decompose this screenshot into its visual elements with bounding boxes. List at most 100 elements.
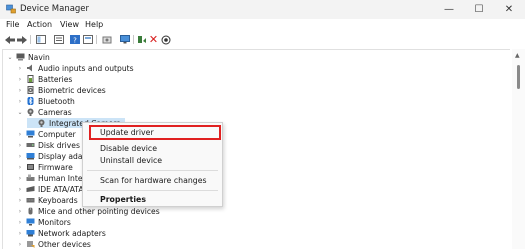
- context-menu: Update driver Disable device Uninstall d…: [82, 122, 223, 207]
- toolbar-separator: [30, 35, 31, 44]
- show-hide-tree-icon[interactable]: [35, 34, 46, 45]
- context-menu-disable-device[interactable]: Disable device: [100, 144, 157, 153]
- menu-separator: [87, 190, 218, 191]
- scan-icon[interactable]: [101, 34, 112, 45]
- tree-category-network[interactable]: › Network adapters: [16, 228, 106, 238]
- tree-item-label: Cameras: [38, 107, 72, 117]
- chevron-down-icon[interactable]: ⌄: [16, 109, 24, 116]
- tree-category-batteries[interactable]: › Batteries: [16, 74, 73, 84]
- menu-action[interactable]: Action: [27, 20, 52, 29]
- camera-icon: [27, 108, 34, 116]
- other-devices-icon: [27, 241, 35, 248]
- chevron-right-icon[interactable]: ›: [16, 142, 24, 149]
- chevron-right-icon[interactable]: ›: [16, 98, 24, 105]
- tree-category-firmware[interactable]: › Firmware: [16, 162, 73, 172]
- tree-item-label: IDE ATA/ATA: [38, 184, 84, 194]
- tree-category-bluetooth[interactable]: › Bluetooth: [16, 96, 75, 106]
- network-icon: [26, 230, 35, 237]
- menu-view[interactable]: View: [60, 20, 79, 29]
- firmware-icon: [27, 164, 34, 170]
- tree-category-keyboards[interactable]: › Keyboards: [16, 195, 78, 205]
- chevron-right-icon[interactable]: ›: [16, 65, 24, 72]
- tree-category-display-adapters[interactable]: › Display ada: [16, 151, 83, 161]
- tree-category-cameras[interactable]: ⌄ Cameras: [16, 107, 72, 117]
- chevron-right-icon[interactable]: ›: [16, 186, 24, 193]
- tree-item-label: Computer: [38, 129, 76, 139]
- context-menu-scan-hardware[interactable]: Scan for hardware changes: [100, 176, 207, 185]
- chevron-right-icon[interactable]: ›: [16, 164, 24, 171]
- tree-category-mice[interactable]: › Mice and other pointing devices: [16, 206, 160, 216]
- context-menu-properties[interactable]: Properties: [100, 195, 146, 204]
- tree-item-label: Human Inte: [38, 173, 83, 183]
- help-icon[interactable]: ?: [69, 34, 80, 45]
- mouse-icon: [28, 207, 33, 215]
- tree-category-audio[interactable]: › Audio inputs and outputs: [16, 63, 134, 73]
- chevron-right-icon[interactable]: ›: [16, 76, 24, 83]
- forward-arrow-icon[interactable]: [16, 34, 27, 45]
- chevron-right-icon[interactable]: ›: [16, 230, 24, 237]
- hid-icon: [26, 174, 35, 181]
- context-menu-uninstall-device[interactable]: Uninstall device: [100, 156, 162, 165]
- toolbar: ? ✕: [0, 32, 525, 47]
- context-menu-update-driver[interactable]: Update driver: [100, 128, 154, 137]
- tree-category-biometric[interactable]: › Biometric devices: [16, 85, 106, 95]
- vertical-scrollbar[interactable]: ▲: [512, 49, 525, 249]
- menu-help[interactable]: Help: [85, 20, 103, 29]
- tree-item-label: Disk drives: [38, 140, 80, 150]
- chevron-right-icon[interactable]: ›: [16, 153, 24, 160]
- speaker-icon: [27, 64, 32, 72]
- tree-category-ide[interactable]: › IDE ATA/ATA: [16, 184, 84, 194]
- scroll-thumb[interactable]: [517, 65, 520, 89]
- chevron-down-icon[interactable]: ⌄: [6, 54, 14, 61]
- scroll-up-arrow-icon[interactable]: ▲: [515, 52, 520, 59]
- minimize-button[interactable]: —: [434, 0, 464, 19]
- tree-item-label: Audio inputs and outputs: [38, 63, 134, 73]
- close-button[interactable]: ✕: [494, 0, 524, 19]
- menu-separator: [87, 170, 218, 171]
- enable-device-icon[interactable]: [160, 34, 171, 45]
- chevron-right-icon[interactable]: ›: [16, 219, 24, 226]
- tree-category-monitors[interactable]: › Monitors: [16, 217, 71, 227]
- computer-icon: [26, 130, 35, 138]
- device-manager-icon: [6, 4, 16, 14]
- bluetooth-icon: [27, 97, 34, 105]
- chevron-right-icon[interactable]: ›: [16, 241, 24, 248]
- menu-bar: File Action View Help: [0, 19, 525, 32]
- tree-item-label: Biometric devices: [38, 85, 106, 95]
- tree-item-label: Keyboards: [38, 195, 78, 205]
- chevron-right-icon[interactable]: ›: [16, 208, 24, 215]
- ide-icon: [26, 186, 35, 192]
- computer-icon: [16, 53, 25, 61]
- tree-category-computer[interactable]: › Computer: [16, 129, 76, 139]
- chevron-right-icon[interactable]: ›: [16, 175, 24, 182]
- properties-icon[interactable]: [53, 34, 64, 45]
- maximize-button[interactable]: ☐: [464, 0, 494, 19]
- tree-root[interactable]: ⌄ Navin: [6, 52, 50, 62]
- tree-item-label: Display ada: [38, 151, 83, 161]
- chevron-right-icon[interactable]: ›: [16, 197, 24, 204]
- tree-category-disk-drives[interactable]: › Disk drives: [16, 140, 80, 150]
- monitor-icon[interactable]: [119, 34, 130, 45]
- svg-text:?: ?: [73, 37, 77, 45]
- tree-item-label: Network adapters: [38, 228, 106, 238]
- device-tree: ⌄ Navin › Audio inputs and outputs › Bat…: [2, 49, 510, 249]
- view-icon[interactable]: [82, 34, 93, 45]
- battery-icon: [27, 75, 34, 83]
- menu-file[interactable]: File: [6, 20, 19, 29]
- tree-category-other[interactable]: › Other devices: [16, 239, 91, 249]
- toolbar-separator: [96, 35, 97, 44]
- update-driver-icon[interactable]: [136, 34, 147, 45]
- camera-icon: [38, 119, 45, 127]
- chevron-right-icon[interactable]: ›: [16, 131, 24, 138]
- uninstall-icon[interactable]: ✕: [148, 33, 159, 46]
- back-arrow-icon[interactable]: [4, 34, 15, 45]
- chevron-right-icon[interactable]: ›: [16, 87, 24, 94]
- toolbar-separator: [133, 35, 134, 44]
- tree-category-hid[interactable]: › Human Inte: [16, 173, 83, 183]
- tree-root-label: Navin: [28, 52, 50, 62]
- monitor-icon: [26, 218, 35, 226]
- title-bar: Device Manager — ☐ ✕: [0, 0, 525, 19]
- window-title: Device Manager: [20, 4, 90, 14]
- fingerprint-icon: [27, 86, 34, 94]
- tree-item-label: Other devices: [38, 239, 91, 249]
